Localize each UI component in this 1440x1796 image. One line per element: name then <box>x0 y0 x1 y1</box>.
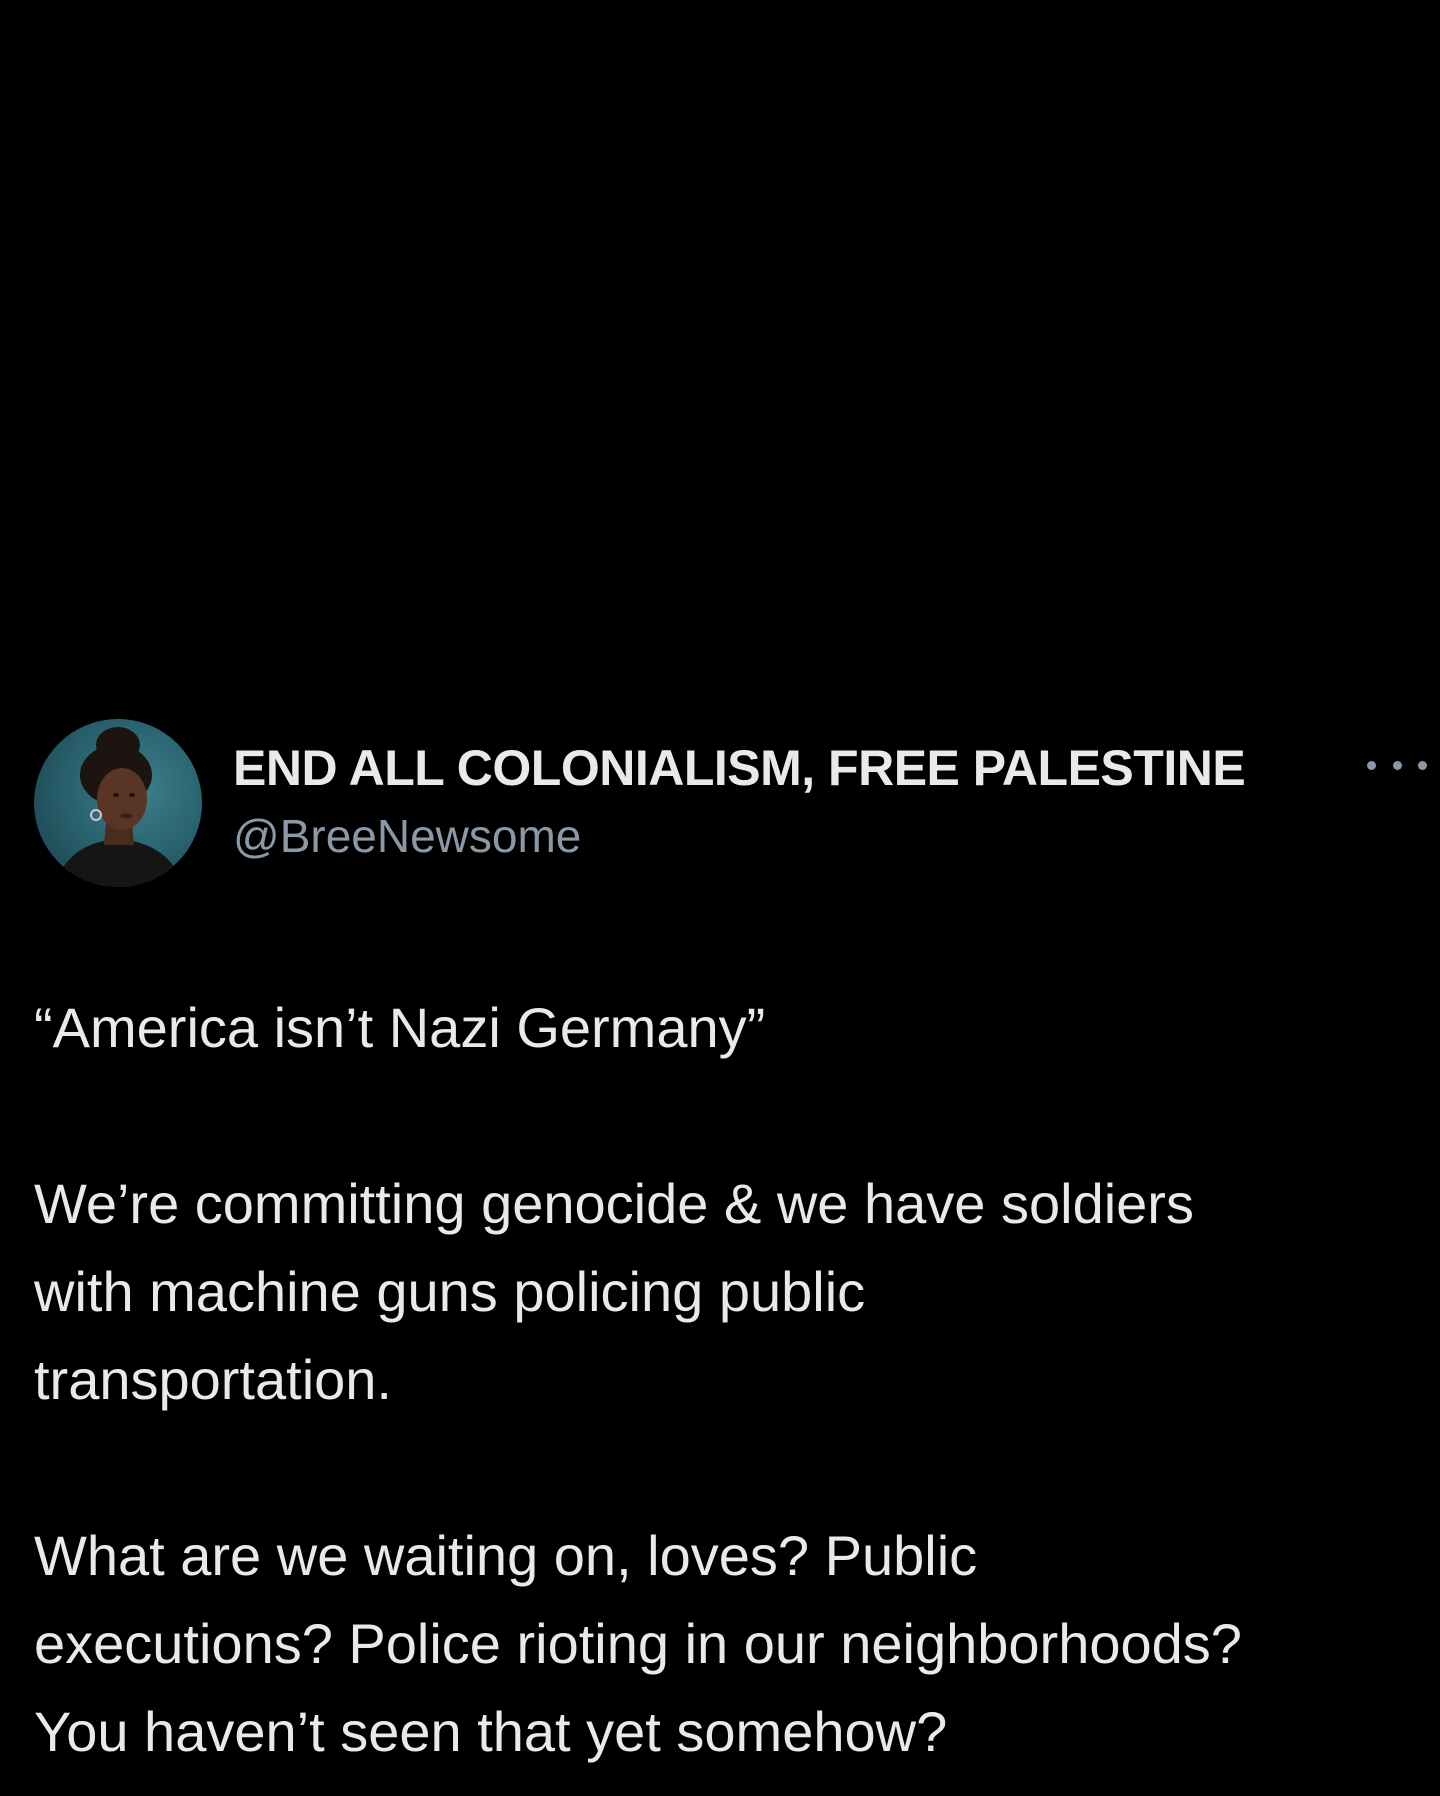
tweet-paragraph: What are we waiting on, loves? Public ex… <box>34 1524 1242 1763</box>
more-dot <box>1418 760 1427 770</box>
user-handle[interactable]: @BreeNewsome <box>233 809 581 863</box>
more-dot <box>1367 760 1376 770</box>
tweet-header: END ALL COLONIALISM, FREE PALESTINE @Bre… <box>34 719 1427 889</box>
more-dot <box>1392 760 1402 770</box>
tweet-paragraph: “America isn’t Nazi Germany” <box>34 996 766 1059</box>
tweet-paragraph: We’re committing genocide & we have sold… <box>34 1172 1194 1411</box>
tweet-text: “America isn’t Nazi Germany” We’re commi… <box>34 984 1424 1776</box>
tweet-card: END ALL COLONIALISM, FREE PALESTINE @Bre… <box>0 0 1440 1796</box>
avatar[interactable] <box>34 719 202 887</box>
more-options-icon[interactable] <box>1367 755 1427 775</box>
profile-photo-icon <box>54 727 184 887</box>
display-name[interactable]: END ALL COLONIALISM, FREE PALESTINE <box>233 739 1246 797</box>
